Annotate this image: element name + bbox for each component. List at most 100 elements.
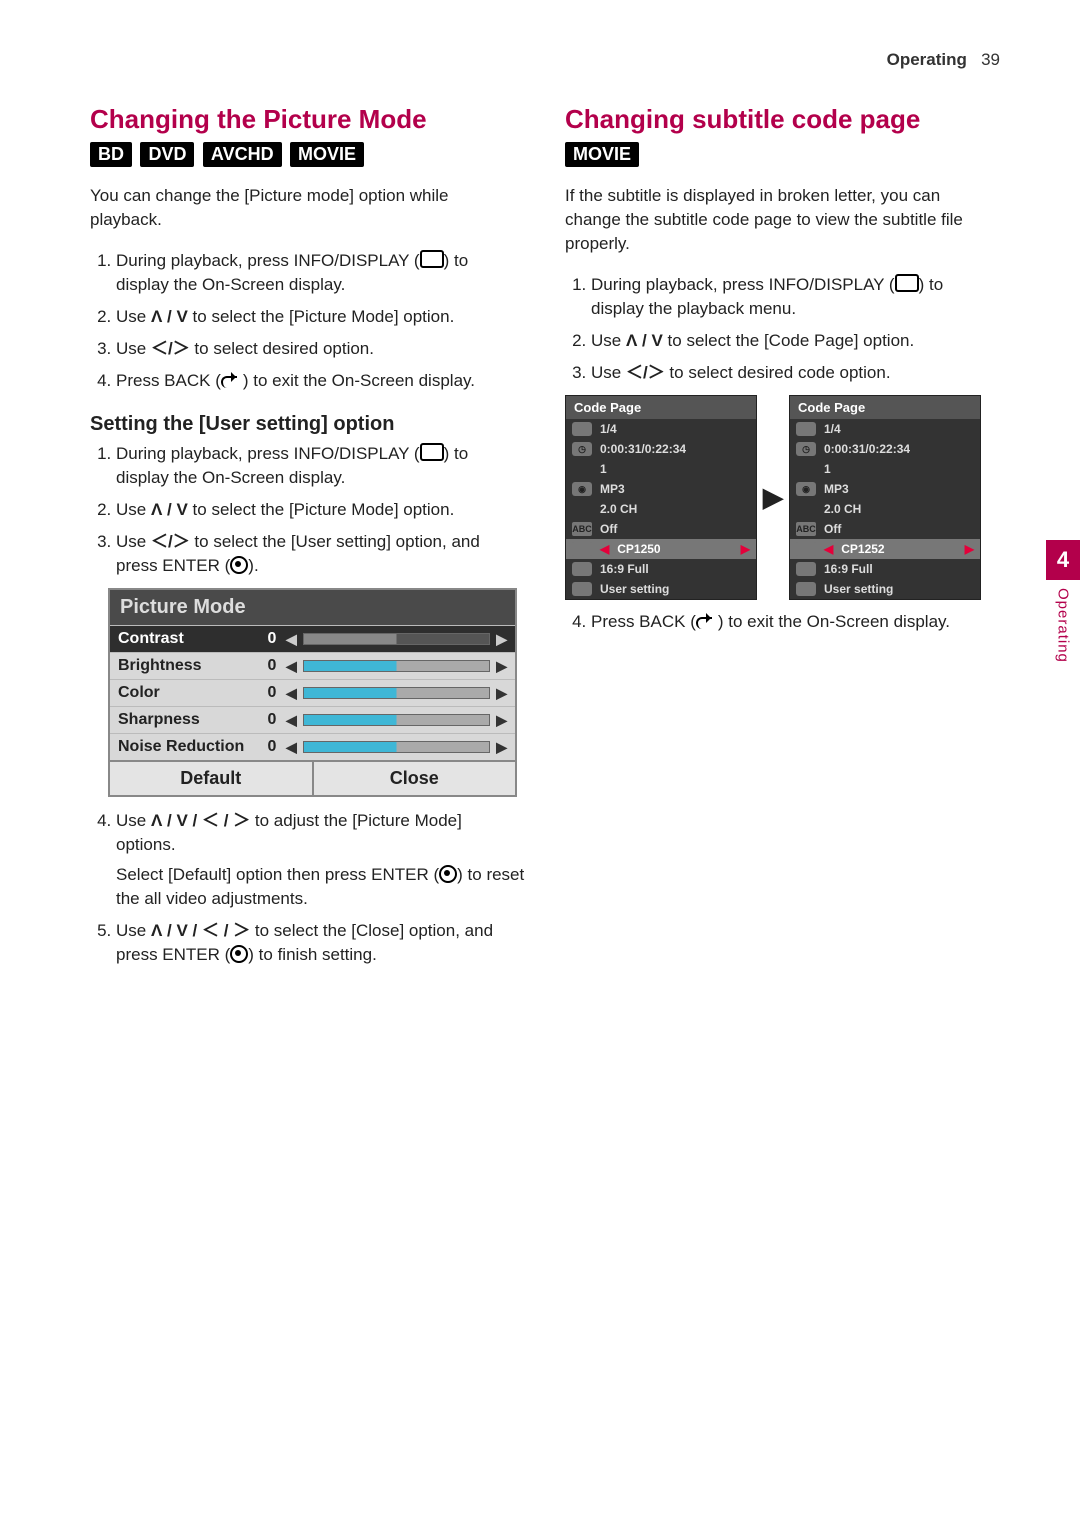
title-icon xyxy=(572,422,592,436)
back-icon xyxy=(696,615,718,629)
cp-row: ABCOff xyxy=(566,519,756,539)
header-section: Operating xyxy=(887,50,967,69)
list-item: During playback, press INFO/DISPLAY () t… xyxy=(591,273,1000,321)
cp-row: ◷0:00:31/0:22:34 xyxy=(790,439,980,459)
cp-row: ◷0:00:31/0:22:34 xyxy=(566,439,756,459)
pm-default-button[interactable]: Default xyxy=(110,760,312,795)
left-arrow-icon: ◀ xyxy=(600,542,609,556)
list-item: Press BACK () to exit the On-Screen disp… xyxy=(116,369,525,393)
heading-subtitle-code: Changing subtitle code page xyxy=(565,104,1000,134)
pm-value: 0 xyxy=(258,630,286,648)
list-item: Use Ʌ / V / ＜ / ＞ to select the [Close] … xyxy=(116,919,525,967)
tag-movie: MOVIE xyxy=(565,142,639,167)
left-right-icon: ＜/＞ xyxy=(626,363,665,382)
codepage-icon xyxy=(796,542,816,556)
codepage-icon xyxy=(572,542,592,556)
steps-list-right-2: Press BACK () to exit the On-Screen disp… xyxy=(565,610,1000,634)
picture-icon xyxy=(572,582,592,596)
cp-row: 1/4 xyxy=(790,419,980,439)
nav-arrows-icon: Ʌ / V / ＜ / ＞ xyxy=(151,811,250,830)
clock-icon: ◷ xyxy=(796,442,816,456)
heading-picture-mode: Changing the Picture Mode xyxy=(90,104,525,134)
tag-avchd: AVCHD xyxy=(203,142,282,167)
right-column: Changing subtitle code page MOVIE If the… xyxy=(565,90,1000,977)
code-page-panel-left: Code Page 1/4 ◷0:00:31/0:22:34 1 ◉MP3 2.… xyxy=(565,395,757,600)
cp-title: Code Page xyxy=(790,396,980,419)
tag-movie: MOVIE xyxy=(290,142,364,167)
nav-arrows-icon: Ʌ / V / ＜ / ＞ xyxy=(151,921,250,940)
display-icon xyxy=(420,443,444,461)
pm-label: Contrast xyxy=(118,630,258,648)
list-item: Press BACK () to exit the On-Screen disp… xyxy=(591,610,1000,634)
steps-list-2: During playback, press INFO/DISPLAY () t… xyxy=(90,442,525,578)
steps-list-3: Use Ʌ / V / ＜ / ＞ to adjust the [Picture… xyxy=(90,809,525,967)
enter-icon xyxy=(230,556,248,574)
clock-icon: ◷ xyxy=(572,442,592,456)
steps-list-right: During playback, press INFO/DISPLAY () t… xyxy=(565,273,1000,385)
subtitle-icon: ABC xyxy=(572,522,592,536)
page-header: Operating 39 xyxy=(90,50,1000,70)
right-arrow-icon: ▶ xyxy=(965,542,974,556)
transition-arrow-icon: ▶ xyxy=(763,482,783,513)
code-page-panel-right: Code Page 1/4 ◷0:00:31/0:22:34 1 ◉MP3 2.… xyxy=(789,395,981,600)
side-tab: 4 Operating xyxy=(1046,540,1080,663)
cp-row: 1/4 xyxy=(566,419,756,439)
aspect-icon xyxy=(572,562,592,576)
cp-row: ABCOff xyxy=(790,519,980,539)
right-arrow-icon: ▶ xyxy=(741,542,750,556)
media-tags: MOVIE xyxy=(565,142,1000,167)
cp-row: 16:9 Full xyxy=(566,559,756,579)
pm-row-brightness[interactable]: Brightness 0 ◀▶ xyxy=(110,652,515,679)
left-right-icon: ＜/＞ xyxy=(151,339,190,358)
left-arrow-icon: ◀ xyxy=(286,631,297,648)
cp-row: 2.0 CH xyxy=(566,499,756,519)
left-right-icon: ＜/＞ xyxy=(151,532,190,551)
left-arrow-icon: ◀ xyxy=(824,542,833,556)
up-down-icon: Ʌ / V xyxy=(626,331,663,350)
pm-row-noise-reduction[interactable]: Noise Reduction 0 ◀▶ xyxy=(110,733,515,760)
list-item: During playback, press INFO/DISPLAY () t… xyxy=(116,442,525,490)
enter-icon xyxy=(439,865,457,883)
cp-title: Code Page xyxy=(566,396,756,419)
aspect-icon xyxy=(796,562,816,576)
subtitle-icon: ABC xyxy=(796,522,816,536)
pm-close-button[interactable]: Close xyxy=(312,760,516,795)
pm-row-sharpness[interactable]: Sharpness 0 ◀▶ xyxy=(110,706,515,733)
pm-row-color[interactable]: Color 0 ◀▶ xyxy=(110,679,515,706)
picture-icon xyxy=(796,582,816,596)
media-tags: BD DVD AVCHD MOVIE xyxy=(90,142,525,167)
cp-row: User setting xyxy=(566,579,756,599)
audio-icon: ◉ xyxy=(796,482,816,496)
cp-row: 1 xyxy=(566,459,756,479)
picture-mode-title: Picture Mode xyxy=(110,590,515,625)
list-item: Use ＜/＞ to select desired option. xyxy=(116,337,525,361)
cp-row: ◉MP3 xyxy=(566,479,756,499)
steps-list-1: During playback, press INFO/DISPLAY () t… xyxy=(90,249,525,393)
intro-text: If the subtitle is displayed in broken l… xyxy=(565,184,1000,256)
up-down-icon: Ʌ / V xyxy=(151,500,188,519)
header-page-number: 39 xyxy=(981,50,1000,69)
side-tab-label: Operating xyxy=(1055,588,1072,663)
heading-user-setting: Setting the [User setting] option xyxy=(90,413,525,436)
list-item: Use Ʌ / V to select the [Picture Mode] o… xyxy=(116,498,525,522)
cp-row-selected[interactable]: ◀CP1250▶ xyxy=(566,539,756,559)
intro-text: You can change the [Picture mode] option… xyxy=(90,184,525,232)
cp-row-selected[interactable]: ◀CP1252▶ xyxy=(790,539,980,559)
side-tab-number: 4 xyxy=(1046,540,1080,580)
list-item: Use Ʌ / V / ＜ / ＞ to adjust the [Picture… xyxy=(116,809,525,911)
picture-mode-panel: Picture Mode Contrast 0 ◀▶ Brightness 0 … xyxy=(108,588,517,797)
list-item: Use ＜/＞ to select desired code option. xyxy=(591,361,1000,385)
pm-slider[interactable]: ◀▶ xyxy=(286,631,507,648)
audio-icon: ◉ xyxy=(572,482,592,496)
enter-icon xyxy=(230,945,248,963)
list-item: Use ＜/＞ to select the [User setting] opt… xyxy=(116,530,525,578)
tag-dvd: DVD xyxy=(140,142,194,167)
cp-row: ◉MP3 xyxy=(790,479,980,499)
up-down-icon: Ʌ / V xyxy=(151,307,188,326)
display-icon xyxy=(420,250,444,268)
display-icon xyxy=(895,274,919,292)
list-item: Use Ʌ / V to select the [Picture Mode] o… xyxy=(116,305,525,329)
cp-row: User setting xyxy=(790,579,980,599)
right-arrow-icon: ▶ xyxy=(496,631,507,648)
pm-row-contrast[interactable]: Contrast 0 ◀▶ xyxy=(110,625,515,652)
